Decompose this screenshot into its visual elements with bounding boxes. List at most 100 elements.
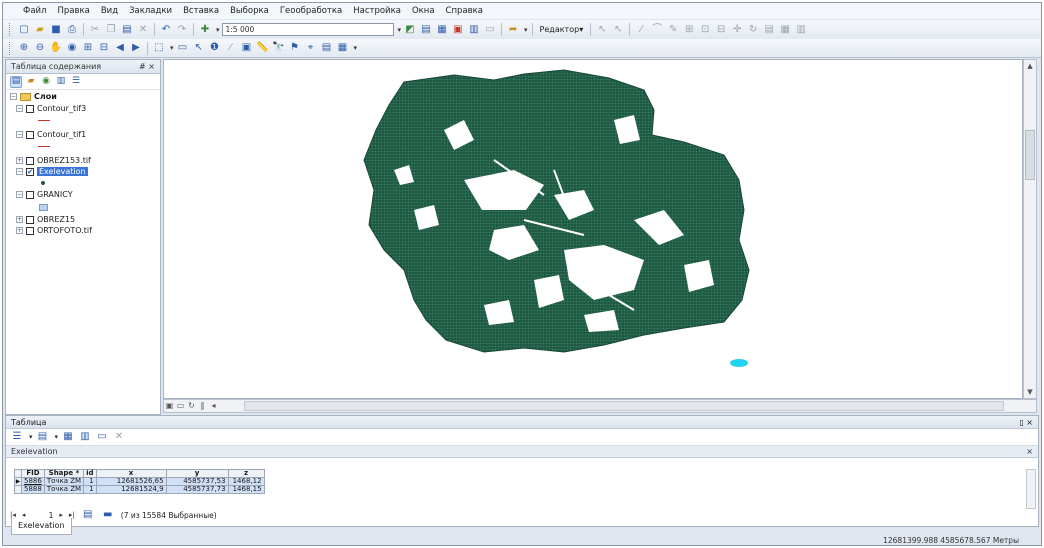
menu-help[interactable]: Справка bbox=[446, 6, 483, 16]
scale-dropdown-icon[interactable]: ▾ bbox=[398, 26, 402, 34]
clear-table-selection-icon[interactable]: ▭ bbox=[95, 430, 109, 444]
related-tables-icon[interactable]: ▤ bbox=[36, 430, 50, 444]
layer-visibility-checkbox[interactable] bbox=[26, 130, 34, 139]
expand-icon[interactable]: − bbox=[16, 191, 23, 198]
zoom-in-icon[interactable]: ⊕ bbox=[17, 41, 31, 55]
table-options-icon[interactable]: ☰ bbox=[10, 430, 24, 444]
menu-selection[interactable]: Выборка bbox=[230, 6, 269, 16]
zoom-out-icon[interactable]: ⊖ bbox=[33, 41, 47, 55]
toc-layer-item[interactable]: − ✔ Exelevation bbox=[16, 167, 88, 176]
toolbar-grip[interactable] bbox=[9, 41, 12, 55]
collapse-icon[interactable]: − bbox=[10, 93, 17, 100]
pause-drawing-icon[interactable]: ‖ bbox=[197, 401, 208, 412]
row-selector-icon[interactable] bbox=[14, 485, 22, 494]
html-popup-icon[interactable]: ▣ bbox=[240, 41, 254, 55]
attributes-icon[interactable]: ▤ bbox=[762, 23, 776, 37]
time-slider-icon[interactable]: ▤ bbox=[320, 41, 334, 55]
print-icon[interactable]: ⎙ bbox=[65, 23, 79, 37]
switch-selection-icon[interactable]: ▥ bbox=[78, 430, 92, 444]
search-window-icon[interactable]: ▣ bbox=[451, 23, 465, 37]
model-builder-icon[interactable]: ➦ bbox=[506, 23, 520, 37]
menu-bookmarks[interactable]: Закладки bbox=[129, 6, 172, 16]
scroll-down-icon[interactable]: ▼ bbox=[1024, 386, 1036, 398]
cell-fid[interactable]: 5888 bbox=[21, 485, 45, 494]
table-row[interactable]: 5888 Точка ZM 1 12681524,9 4585737,73 14… bbox=[14, 485, 265, 494]
delete-selected-icon[interactable]: ✕ bbox=[112, 430, 126, 444]
python-window-icon[interactable]: ▭ bbox=[483, 23, 497, 37]
menu-file[interactable]: Файл bbox=[23, 6, 46, 16]
select-elements-icon[interactable]: ↖ bbox=[192, 41, 206, 55]
select-by-attributes-icon[interactable]: ▦ bbox=[61, 430, 75, 444]
layer-visibility-checkbox[interactable] bbox=[26, 190, 34, 199]
toc-pin-close-button[interactable]: # × bbox=[139, 62, 155, 71]
new-document-icon[interactable]: ▢ bbox=[17, 23, 31, 37]
pan-icon[interactable]: ✋ bbox=[49, 41, 63, 55]
menu-geoprocessing[interactable]: Геообработка bbox=[280, 6, 342, 16]
toc-layer-item[interactable]: + OBREZ153.tif bbox=[16, 156, 91, 165]
edit-vertices-icon[interactable]: ⊞ bbox=[682, 23, 696, 37]
undo-icon[interactable]: ↶ bbox=[159, 23, 173, 37]
hyperlink-icon[interactable]: ⁄ bbox=[224, 41, 238, 55]
expand-icon[interactable]: + bbox=[16, 227, 23, 234]
toc-layer-item[interactable]: − Contour_tif3 bbox=[16, 104, 86, 113]
table-tab-exelevation[interactable]: Exelevation bbox=[11, 518, 72, 535]
identify-icon[interactable]: ❶ bbox=[208, 41, 222, 55]
menu-windows[interactable]: Окна bbox=[412, 6, 435, 16]
show-selected-records-icon[interactable]: ▬ bbox=[101, 508, 115, 522]
related-tables-dropdown-icon[interactable]: ▾ bbox=[55, 433, 59, 441]
full-extent-icon[interactable]: ◉ bbox=[65, 41, 79, 55]
toc-options-icon[interactable]: ☰ bbox=[70, 76, 82, 88]
list-by-visibility-icon[interactable]: ◉ bbox=[40, 76, 52, 88]
select-features-icon[interactable]: ⬚ bbox=[152, 41, 166, 55]
edit-annotation-icon[interactable]: ↖ bbox=[611, 23, 625, 37]
create-viewer-window-icon[interactable]: ▦ bbox=[336, 41, 350, 55]
measure-icon[interactable]: 📏 bbox=[256, 41, 270, 55]
layer-visibility-checkbox[interactable] bbox=[26, 104, 34, 113]
editor-menu-button[interactable]: Редактор▾ bbox=[537, 25, 587, 34]
straight-segment-icon[interactable]: ⁄ bbox=[634, 23, 648, 37]
delete-icon[interactable]: ✕ bbox=[136, 23, 150, 37]
scroll-up-icon[interactable]: ▲ bbox=[1024, 60, 1036, 72]
list-by-source-icon[interactable]: ▰ bbox=[25, 76, 37, 88]
sketch-properties-icon[interactable]: ▦ bbox=[778, 23, 792, 37]
tools-options-icon[interactable]: ▾ bbox=[354, 44, 358, 52]
show-all-records-icon[interactable]: ▤ bbox=[81, 508, 95, 522]
copy-icon[interactable]: ❐ bbox=[104, 23, 118, 37]
menu-customize[interactable]: Настройка bbox=[353, 6, 401, 16]
layout-view-icon[interactable]: ▭ bbox=[175, 401, 186, 412]
sketch-tools-icon[interactable]: ✎ bbox=[666, 23, 680, 37]
go-forward-icon[interactable]: ▶ bbox=[129, 41, 143, 55]
map-view[interactable] bbox=[163, 59, 1023, 399]
go-back-icon[interactable]: ◀ bbox=[113, 41, 127, 55]
layer-group-root[interactable]: − Слои bbox=[10, 92, 57, 101]
editor-toolbar-icon[interactable]: ◩ bbox=[403, 23, 417, 37]
toc-layer-item[interactable]: − GRANICY bbox=[16, 190, 73, 199]
layer-visibility-checkbox[interactable]: ✔ bbox=[26, 167, 34, 176]
horizontal-scroll-thumb[interactable] bbox=[244, 401, 1004, 411]
edit-tool-icon[interactable]: ↖ bbox=[595, 23, 609, 37]
select-dropdown-icon[interactable]: ▾ bbox=[170, 44, 174, 52]
layer-visibility-checkbox[interactable] bbox=[26, 226, 34, 235]
scale-input[interactable]: 1:5 000 bbox=[221, 23, 394, 36]
expand-icon[interactable]: − bbox=[16, 105, 23, 112]
cell-y[interactable]: 4585737,73 bbox=[165, 485, 229, 494]
cut-icon[interactable]: ✂ bbox=[88, 23, 102, 37]
layer-visibility-checkbox[interactable] bbox=[26, 215, 34, 224]
toc-layer-item[interactable]: − Contour_tif1 bbox=[16, 130, 86, 139]
menu-insert[interactable]: Вставка bbox=[183, 6, 219, 16]
table-options-dropdown-icon[interactable]: ▾ bbox=[29, 433, 33, 441]
expand-icon[interactable]: + bbox=[16, 216, 23, 223]
find-route-icon[interactable]: ⚑ bbox=[288, 41, 302, 55]
arc-segment-icon[interactable]: ⌒ bbox=[650, 23, 664, 37]
add-data-dropdown-icon[interactable]: ▾ bbox=[216, 26, 220, 34]
split-icon[interactable]: ✛ bbox=[730, 23, 744, 37]
clear-selection-icon[interactable]: ▭ bbox=[176, 41, 190, 55]
toc-layer-item[interactable]: + ORTOFOTO.tif bbox=[16, 226, 92, 235]
find-icon[interactable]: 🔭 bbox=[272, 41, 286, 55]
redo-icon[interactable]: ↷ bbox=[175, 23, 189, 37]
close-table-tab-button[interactable]: × bbox=[1026, 447, 1033, 456]
add-data-icon[interactable]: ✚ bbox=[198, 23, 212, 37]
cell-x[interactable]: 12681524,9 bbox=[95, 485, 167, 494]
create-features-icon[interactable]: ▥ bbox=[794, 23, 808, 37]
arctoolbox-icon[interactable]: ▥ bbox=[467, 23, 481, 37]
